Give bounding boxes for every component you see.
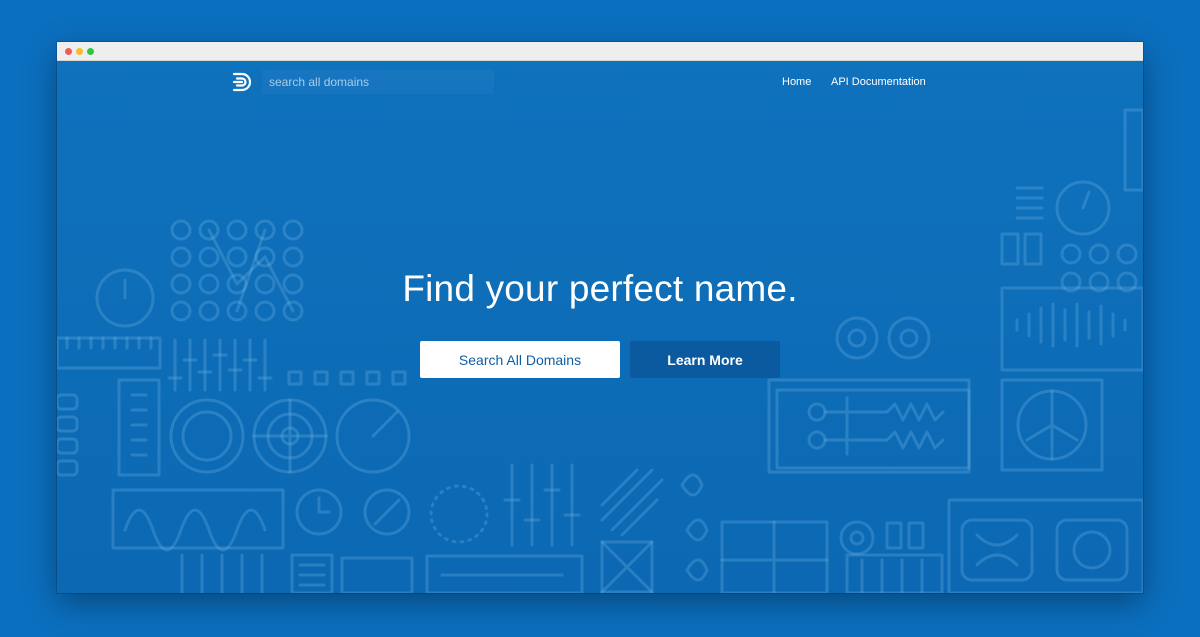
search-all-domains-button[interactable]: Search All Domains <box>420 341 620 378</box>
nav-link-home[interactable]: Home <box>782 76 811 88</box>
hero-section: Home API Documentation Find your perfect… <box>57 60 1143 593</box>
maximize-window-dot[interactable] <box>87 48 94 55</box>
hero-title: Find your perfect name. <box>402 268 798 309</box>
learn-more-button[interactable]: Learn More <box>630 341 780 378</box>
browser-titlebar <box>57 42 1143 61</box>
site-logo-icon[interactable] <box>231 70 255 94</box>
background-illustration <box>57 108 1143 593</box>
close-window-dot[interactable] <box>65 48 72 55</box>
search-input[interactable] <box>262 70 494 94</box>
browser-window: Home API Documentation Find your perfect… <box>57 42 1143 593</box>
nav-link-api-documentation[interactable]: API Documentation <box>831 76 926 88</box>
minimize-window-dot[interactable] <box>76 48 83 55</box>
